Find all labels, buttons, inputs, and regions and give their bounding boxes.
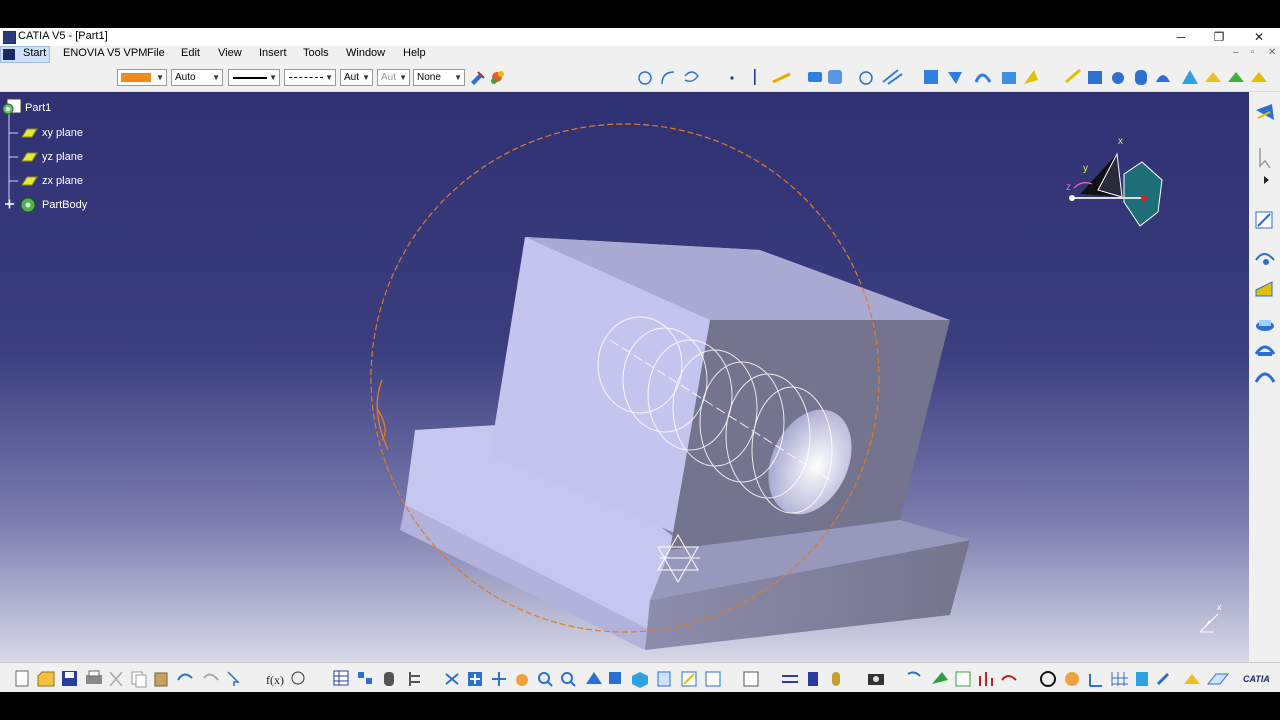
transparency-combo[interactable]: Auto ▼ xyxy=(171,69,223,86)
chevron-down-icon: ▼ xyxy=(156,73,164,82)
layer-combo[interactable]: None ▼ xyxy=(413,69,465,86)
line-weight-combo[interactable]: Aut ▼ xyxy=(340,69,373,86)
fill-color-combo[interactable]: ▼ xyxy=(117,69,167,86)
chevron-down-icon: ▼ xyxy=(269,73,277,82)
menu-edit[interactable]: Edit xyxy=(181,47,200,59)
partbody-gears-icon[interactable] xyxy=(2,195,38,215)
line-weight-value: Aut xyxy=(344,72,360,83)
line-thickness-combo[interactable]: ▼ xyxy=(228,69,280,86)
menu-start-label: Start xyxy=(23,47,47,59)
tree-item-partbody[interactable]: PartBody xyxy=(42,199,87,211)
menu-insert[interactable]: Insert xyxy=(259,47,287,59)
doc-restore-button[interactable]: ▫ xyxy=(1251,47,1255,58)
chevron-down-icon: ▼ xyxy=(454,73,462,82)
minimize-button[interactable]: ─ xyxy=(1170,28,1192,46)
bottom-toolbar-icons[interactable]: f(x) xyxy=(12,668,1280,690)
painter-icons[interactable] xyxy=(468,68,508,88)
close-button[interactable]: ✕ xyxy=(1248,28,1270,46)
compass-x-label: x xyxy=(1118,136,1123,147)
plane-icon xyxy=(21,176,38,186)
line-type-combo[interactable]: ▼ xyxy=(284,69,336,86)
compass-y-label: y xyxy=(1083,163,1088,174)
layer-value: None xyxy=(417,72,441,83)
dashed-line-sample xyxy=(289,77,323,78)
part-gear-icon[interactable] xyxy=(1,97,23,117)
plane-icon xyxy=(21,128,38,138)
tree-item-yz-plane[interactable]: yz plane xyxy=(42,151,83,163)
top-tool-icon-strip[interactable] xyxy=(630,66,1280,90)
menu-view[interactable]: View xyxy=(218,47,242,59)
start-logo-icon xyxy=(3,49,15,60)
tree-item-xy-plane[interactable]: xy plane xyxy=(42,127,83,139)
restore-button[interactable]: ❐ xyxy=(1208,28,1230,46)
plane-icon xyxy=(21,152,38,162)
screen-bottom-band xyxy=(0,692,1280,720)
compass-z-label: z xyxy=(1066,182,1071,193)
chevron-down-icon: ▼ xyxy=(362,73,370,82)
axis-triad-x-label: x xyxy=(1217,602,1222,612)
right-toolbar-icons[interactable] xyxy=(1252,100,1280,390)
compass-widget[interactable] xyxy=(1062,132,1172,232)
svg-text:f(x): f(x) xyxy=(266,673,284,687)
point-symbol-value: Aut xyxy=(381,72,397,83)
point-symbol-combo[interactable]: Aut ▼ xyxy=(377,69,410,86)
fill-color-swatch xyxy=(121,73,151,82)
solid-line-sample xyxy=(233,77,267,79)
menu-help[interactable]: Help xyxy=(403,47,426,59)
chevron-down-icon: ▼ xyxy=(399,73,407,82)
chevron-down-icon: ▼ xyxy=(325,73,333,82)
menu-tools[interactable]: Tools xyxy=(303,47,329,59)
screen-top-band xyxy=(0,0,1280,28)
menu-file[interactable]: File xyxy=(147,47,165,59)
tree-item-zx-plane[interactable]: zx plane xyxy=(42,175,83,187)
doc-close-button[interactable]: ✕ xyxy=(1268,47,1276,58)
doc-minimize-button[interactable]: – xyxy=(1233,47,1239,58)
window-title: CATIA V5 - [Part1] xyxy=(18,30,108,42)
catia-app-icon xyxy=(3,31,16,44)
transparency-value: Auto xyxy=(175,72,196,83)
title-bar xyxy=(0,28,1280,46)
chevron-down-icon: ▼ xyxy=(212,73,220,82)
catia-logo-icon: CATIA xyxy=(1243,674,1270,684)
tree-root-part1[interactable]: Part1 xyxy=(25,102,51,114)
part-3d-model[interactable] xyxy=(360,110,990,650)
menu-window[interactable]: Window xyxy=(346,47,385,59)
menu-enovia[interactable]: ENOVIA V5 VPM xyxy=(63,47,147,59)
